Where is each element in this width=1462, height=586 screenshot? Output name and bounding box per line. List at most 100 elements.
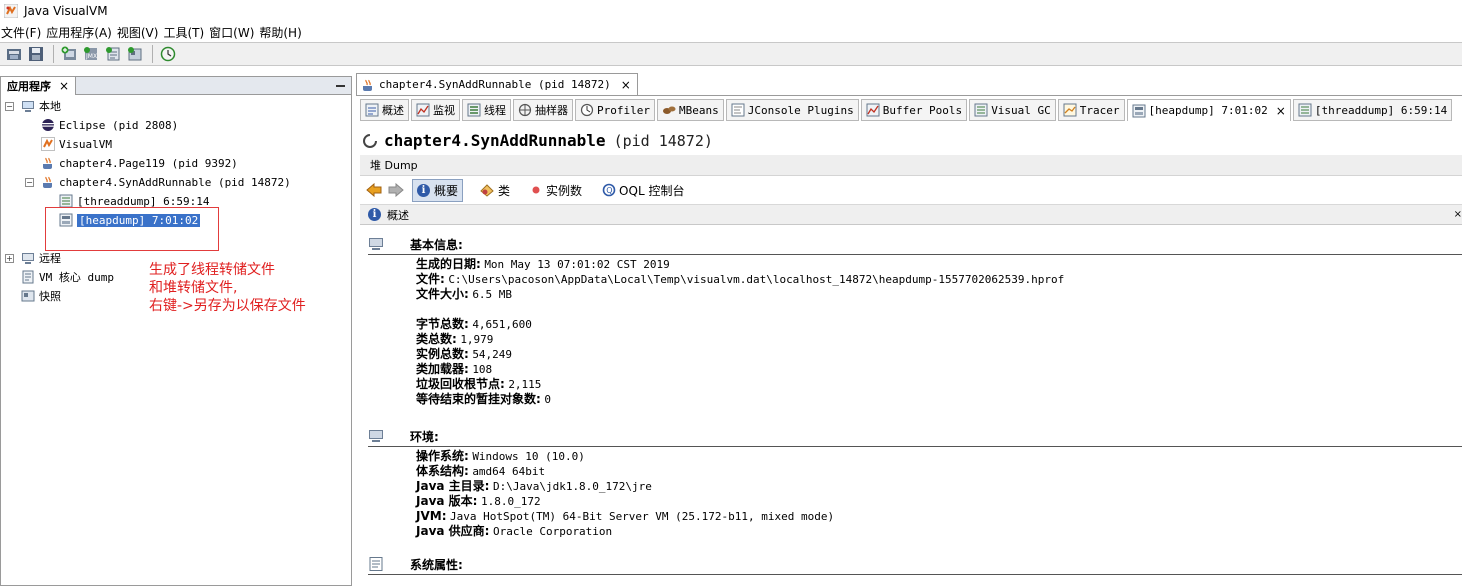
java-coffee-icon <box>41 175 55 189</box>
applications-tab-label: 应用程序 <box>7 79 51 93</box>
tree-node-local[interactable]: 本地 <box>21 97 61 115</box>
oql-console-button[interactable]: Q OQL 控制台 <box>598 180 688 201</box>
tree-node-snapshots[interactable]: 快照 <box>21 287 61 305</box>
add-jmx-button[interactable]: JMX <box>81 45 101 63</box>
tree-node-eclipse[interactable]: Eclipse (pid 2808) <box>41 116 178 134</box>
tree-node-page119[interactable]: chapter4.Page119 (pid 9392) <box>41 154 238 172</box>
title-bar: Java VisualVM <box>0 0 1462 22</box>
toolbar-separator <box>152 45 153 63</box>
tab-overview[interactable]: 概述 <box>360 99 409 121</box>
clock-icon <box>160 46 176 62</box>
tracer-icon <box>1063 103 1077 117</box>
tab-visual-gc[interactable]: Visual GC <box>969 99 1056 121</box>
tab-monitor[interactable]: 监视 <box>411 99 460 121</box>
tab-jconsole-plugins[interactable]: JConsole Plugins <box>725 99 859 121</box>
save-button[interactable] <box>26 45 46 63</box>
compare-snapshots-button[interactable] <box>158 45 178 63</box>
menu-tools[interactable]: 工具(T) <box>162 24 208 41</box>
info-value: 1,979 <box>460 333 494 346</box>
menu-application[interactable]: 应用程序(A) <box>45 24 116 41</box>
forward-button[interactable] <box>386 181 406 199</box>
close-icon[interactable]: × <box>1276 104 1286 118</box>
info-icon: i <box>417 183 430 197</box>
doc-tab-synaddrunnable[interactable]: chapter4.SynAddRunnable (pid 14872) × <box>356 73 638 95</box>
main-content-panel: chapter4.SynAddRunnable (pid 14872) × 概述… <box>356 73 1462 586</box>
oql-search-icon: Q <box>602 183 616 197</box>
info-value: Java HotSpot(TM) 64-Bit Server VM (25.17… <box>450 510 835 523</box>
instances-view-button[interactable]: 实例数 <box>526 180 586 201</box>
system-properties-title: 系统属性: <box>410 557 463 572</box>
tree-label: VM 核心 dump <box>39 271 114 284</box>
menu-window[interactable]: 窗口(W) <box>208 24 258 41</box>
visualvm-logo-icon <box>3 3 19 19</box>
remote-host-icon <box>21 251 35 265</box>
add-jmx-connection-button[interactable] <box>59 45 79 63</box>
visualvm-icon <box>41 137 55 151</box>
collapse-synadd-icon[interactable]: − <box>25 178 34 187</box>
info-key: 操作系统: <box>416 449 469 463</box>
close-icon[interactable]: × <box>59 79 69 93</box>
mbeans-icon <box>662 103 676 117</box>
tab-buffer-pools[interactable]: Buffer Pools <box>860 99 968 121</box>
back-button[interactable] <box>364 181 384 199</box>
computer-icon <box>368 429 384 443</box>
menu-view[interactable]: 视图(V) <box>116 24 163 41</box>
info-row: 实例总数: 54,249 <box>416 347 1462 362</box>
tab-heapdump[interactable]: [heapdump] 7:01:02 × <box>1126 99 1291 121</box>
tree-node-visualvm[interactable]: VisualVM <box>41 135 112 153</box>
info-row: 文件大小: 6.5 MB <box>416 287 1462 302</box>
eclipse-icon <box>41 118 55 132</box>
tree-node-vm-core-dump[interactable]: VM 核心 dump <box>21 268 114 286</box>
info-row: 体系结构: amd64 64bit <box>416 464 1462 479</box>
menu-help[interactable]: 帮助(H) <box>258 24 305 41</box>
close-icon[interactable]: × <box>1454 209 1462 220</box>
summary-view-button[interactable]: i 概要 <box>412 178 464 202</box>
java-coffee-icon <box>41 156 55 170</box>
menu-file[interactable]: 文件(F) <box>0 24 45 41</box>
jmx-icon: JMX <box>84 47 97 60</box>
instances-view-label: 实例数 <box>546 183 583 198</box>
toolbar-separator <box>53 45 54 63</box>
heap-dump-header: 堆 Dump <box>360 155 1462 176</box>
tree-node-remote[interactable]: 远程 <box>21 249 61 267</box>
tab-tracer[interactable]: Tracer <box>1057 99 1125 121</box>
tab-sampler[interactable]: 抽样器 <box>513 99 573 121</box>
applications-tab[interactable]: 应用程序 × <box>1 76 77 95</box>
snapshot-icon <box>128 47 142 61</box>
annotation-line: 右键->另存为以保存文件 <box>149 298 306 314</box>
applications-panel-header: 应用程序 × <box>1 76 351 95</box>
core-dump-icon <box>106 47 120 61</box>
info-row: 等待结束的暂挂对象数: 0 <box>416 392 1462 407</box>
collapse-local-icon[interactable]: − <box>5 102 14 111</box>
profiler-clock-icon <box>580 103 594 117</box>
system-properties-section: 系统属性: <box>368 554 1462 575</box>
svg-text:Q: Q <box>606 186 612 195</box>
tab-threads[interactable]: 线程 <box>462 99 511 121</box>
add-core-dump-button[interactable] <box>103 45 123 63</box>
minimize-icon[interactable] <box>336 85 345 87</box>
info-value: Windows 10 (10.0) <box>472 450 585 463</box>
applications-panel: 应用程序 × − 本地 Eclipse (pid 2808) VisualVM … <box>0 76 352 586</box>
environment-title: 环境: <box>410 429 439 444</box>
info-row: Java 主目录: D:\Java\jdk1.8.0_172\jre <box>416 479 1462 494</box>
classes-view-button[interactable]: 类 <box>475 180 514 201</box>
tab-label: 抽样器 <box>535 104 568 117</box>
tab-mbeans[interactable]: MBeans <box>656 99 724 121</box>
process-title: chapter4.SynAddRunnable (pid 14872) <box>362 131 713 150</box>
tree-node-synaddrunnable[interactable]: chapter4.SynAddRunnable (pid 14872) <box>41 173 291 191</box>
tab-threaddump[interactable]: [threaddump] 6:59:14 <box>1292 99 1453 121</box>
close-icon[interactable]: × <box>621 78 631 92</box>
expand-remote-icon[interactable]: + <box>5 254 14 263</box>
info-key: 体系结构: <box>416 464 469 478</box>
heap-dump-icon <box>1132 104 1146 118</box>
load-snapshot-button[interactable] <box>4 45 24 63</box>
info-row: 生成的日期: Mon May 13 07:01:02 CST 2019 <box>416 257 1462 272</box>
tab-label: Buffer Pools <box>882 103 963 117</box>
add-snapshot-button[interactable] <box>125 45 145 63</box>
tree-label: 本地 <box>39 100 61 113</box>
tab-profiler[interactable]: Profiler <box>575 99 655 121</box>
info-value: 108 <box>472 363 493 376</box>
tree-label: Eclipse (pid 2808) <box>59 118 179 132</box>
snapshot-icon <box>21 289 35 303</box>
tree-label: VisualVM <box>59 137 112 151</box>
